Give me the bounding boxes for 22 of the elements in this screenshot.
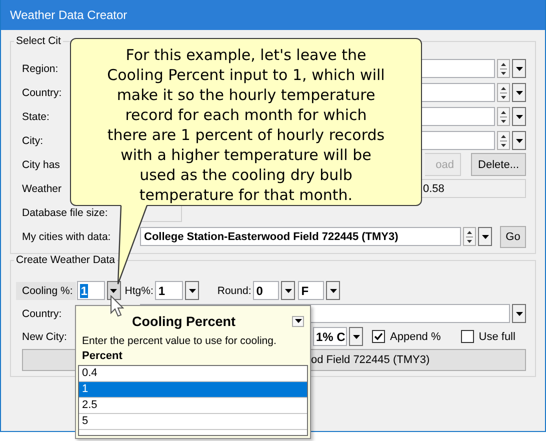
field-label: City has xyxy=(22,158,60,170)
field-label: New City: xyxy=(22,330,67,342)
field-value: 1 xyxy=(80,284,88,298)
field-label: Weather xyxy=(22,182,62,194)
group-label: Select Cit xyxy=(15,35,62,47)
field-label: Database file size: xyxy=(22,206,108,218)
field-label: Htg%: xyxy=(124,284,154,296)
column-header: Percent xyxy=(81,349,124,362)
callout-tooltip: For this example, let's leave the Cooling Percent input to 1, which will make it so the hourly temperature record for each month for which there are 1 percent of hourly records with a higher temperature will be used as the cooling dry bulb temperature for that month. xyxy=(70,38,422,206)
field-label: State: xyxy=(22,110,50,122)
field-label: Round: xyxy=(217,284,252,296)
field-label: Country: xyxy=(22,86,62,98)
popup-description: Enter the percent value to use for cooling. xyxy=(81,334,278,347)
group-label: Create Weather Data xyxy=(15,254,116,266)
field-label: Cooling %: xyxy=(16,282,76,300)
popup-title: Cooling Percent xyxy=(132,314,236,328)
field-label: Country: xyxy=(22,308,62,320)
readout-field: 0.58 xyxy=(422,179,526,198)
field-label: City: xyxy=(22,134,43,146)
window-title: Weather Data Creator xyxy=(10,8,128,22)
field-label: Region: xyxy=(22,62,58,74)
field-label: My cities with data: xyxy=(22,230,111,242)
